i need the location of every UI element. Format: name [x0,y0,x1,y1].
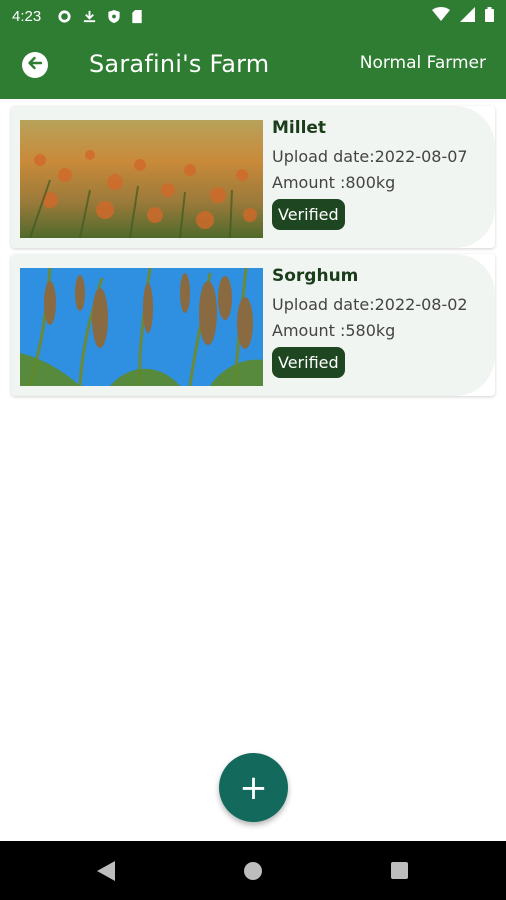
shield-icon [107,9,121,24]
nav-recents-icon[interactable] [391,862,408,879]
crop-name: Sorghum [272,266,359,286]
upload-date-label: Upload date: [272,147,375,166]
page-title: Sarafini's Farm [89,50,270,78]
millet-image [20,120,263,238]
upload-date-row: Upload date:2022-08-07 [272,144,492,170]
gear-icon [57,9,72,24]
sorghum-image [20,268,263,386]
add-crop-button[interactable]: + [219,753,288,822]
crop-details: Sorghum Upload date:2022-08-02 Amount :5… [272,266,492,378]
amount-label: Amount : [272,173,346,192]
status-left-icons [57,9,143,24]
back-arrow-icon [27,55,43,75]
nav-back-icon[interactable] [97,861,115,885]
plus-icon: + [239,767,268,808]
signal-icon [460,6,475,26]
amount-row: Amount :800kg [272,170,492,196]
status-badge: Verified [272,199,345,230]
app-bar: Sarafini's Farm Normal Farmer [0,32,506,99]
nav-home-icon[interactable] [244,862,262,880]
crop-card-sorghum[interactable]: Sorghum Upload date:2022-08-02 Amount :5… [11,254,495,396]
battery-icon [485,6,494,26]
crop-card-millet[interactable]: Millet Upload date:2022-08-07 Amount :80… [11,106,495,248]
status-time: 4:23 [12,7,42,25]
sd-card-icon [131,9,143,24]
crop-name: Millet [272,118,327,138]
crop-details: Millet Upload date:2022-08-07 Amount :80… [272,118,492,230]
status-badge: Verified [272,347,345,378]
status-bar: 4:23 [0,0,506,32]
back-button[interactable] [22,52,48,78]
system-nav-bar [0,841,506,900]
amount-value: 800kg [345,173,396,192]
amount-label: Amount : [272,321,346,340]
status-right-icons [432,6,494,26]
amount-row: Amount :580kg [272,318,492,344]
upload-date-label: Upload date: [272,295,375,314]
wifi-icon [432,6,450,26]
upload-date-row: Upload date:2022-08-02 [272,292,492,318]
upload-date-value: 2022-08-07 [374,147,468,166]
amount-value: 580kg [345,321,396,340]
download-icon [82,9,97,24]
user-role: Normal Farmer [359,53,486,73]
upload-date-value: 2022-08-02 [374,295,468,314]
